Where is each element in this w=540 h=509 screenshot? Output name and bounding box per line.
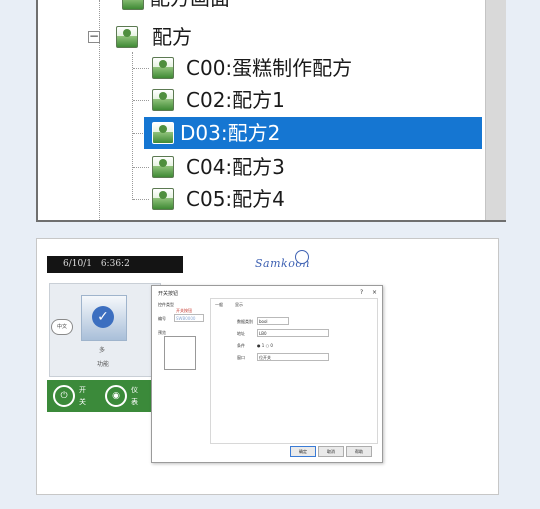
tree-root-recipe[interactable]: 配方 bbox=[152, 23, 192, 51]
field-label-window: 窗口 bbox=[237, 355, 245, 360]
tree-item-c02[interactable]: C02:配方1 bbox=[186, 86, 285, 114]
switch-button-dialog: 开关按钮 ? × 控件类型 开关按钮 编号 SWB0000 预览 一般 显示 数… bbox=[151, 285, 383, 463]
recipe-tree-panel: 配方画面 − 配方 C00:蛋糕制作配方 C02:配方1 D03:配方2 C04… bbox=[36, 0, 506, 222]
datatype-value: bool bbox=[259, 319, 268, 324]
tab-general[interactable]: 一般 bbox=[215, 302, 223, 308]
tree-guide-line bbox=[133, 167, 149, 168]
power-icon[interactable]: ⏻ bbox=[53, 385, 75, 407]
address-input[interactable] bbox=[257, 329, 329, 337]
meter-label-2: 表 bbox=[131, 398, 138, 406]
help-button[interactable]: 帮助 bbox=[346, 446, 372, 457]
window-value: 位开关 bbox=[259, 355, 271, 360]
tree-guide-line bbox=[133, 68, 149, 69]
condition-radio-group[interactable]: ● 1 ○ 0 bbox=[257, 343, 273, 348]
dialog-right-pane: 一般 显示 数据类别 bool 地址 LB0 条件 ● 1 ○ 0 窗口 位开关 bbox=[210, 298, 378, 444]
tree-item-d03-label: D03:配方2 bbox=[180, 121, 281, 145]
recipe-item-icon bbox=[152, 57, 174, 79]
collapse-toggle-icon[interactable]: − bbox=[88, 30, 100, 43]
card-caption-1: 多 bbox=[99, 347, 106, 354]
field-label-datatype: 数据类别 bbox=[237, 319, 253, 324]
switch-label-1: 开 bbox=[79, 386, 86, 394]
dialog-title: 开关按钮 bbox=[158, 291, 179, 297]
recipe-item-icon bbox=[152, 156, 174, 178]
id-value: SWB0000 bbox=[176, 316, 196, 321]
tree-item-c00[interactable]: C00:蛋糕制作配方 bbox=[186, 54, 352, 82]
hmi-screen-panel: 6/10/1 6:36:2 Samkoon 中文 ✓ 多 功能 ⏻ 开 关 ◉ … bbox=[36, 238, 499, 495]
hmi-button-bar: ⏻ 开 关 ◉ 仪 表 bbox=[47, 380, 152, 412]
cancel-button[interactable]: 取消 bbox=[318, 446, 344, 457]
id-label: 编号 bbox=[158, 316, 166, 321]
datetime-bar: 6/10/1 6:36:2 bbox=[47, 256, 183, 273]
recipe-folder-icon bbox=[116, 26, 138, 48]
tree-item-c05[interactable]: C05:配方4 bbox=[186, 185, 285, 213]
meter-icon[interactable]: ◉ bbox=[105, 385, 127, 407]
recipe-item-icon bbox=[152, 188, 174, 210]
recipe-item-icon bbox=[152, 122, 174, 144]
vertical-scrollbar[interactable] bbox=[485, 0, 506, 220]
switch-label-2: 关 bbox=[79, 398, 86, 406]
language-button[interactable]: 中文 bbox=[51, 319, 73, 335]
screen-node-icon bbox=[122, 0, 144, 10]
check-tile[interactable]: ✓ bbox=[81, 295, 127, 341]
tree-item-d03-selected[interactable]: D03:配方2 bbox=[144, 117, 482, 149]
dialog-left-pane: 控件类型 开关按钮 编号 SWB0000 预览 bbox=[158, 298, 208, 458]
check-icon: ✓ bbox=[92, 306, 114, 328]
field-label-address: 地址 bbox=[237, 331, 245, 336]
tree-item-c04[interactable]: C04:配方3 bbox=[186, 153, 285, 181]
ok-button[interactable]: 确定 bbox=[290, 446, 316, 457]
logo-ring-icon bbox=[295, 250, 309, 264]
address-value: LB0 bbox=[259, 331, 267, 336]
tree-guide-line bbox=[133, 100, 149, 101]
field-label-condition: 条件 bbox=[237, 343, 245, 348]
control-type-label: 控件类型 bbox=[158, 302, 174, 307]
card-caption-2: 功能 bbox=[97, 361, 110, 368]
close-icon[interactable]: × bbox=[372, 289, 377, 296]
tab-display[interactable]: 显示 bbox=[235, 302, 243, 308]
tree-guide-line bbox=[132, 52, 133, 200]
help-icon[interactable]: ? bbox=[360, 289, 363, 296]
recipe-item-icon bbox=[152, 89, 174, 111]
preview-box bbox=[164, 336, 196, 370]
meter-label-1: 仪 bbox=[131, 386, 138, 394]
tree-guide-line bbox=[133, 199, 149, 200]
tree-item-top-cut[interactable]: 配方画面 bbox=[150, 0, 230, 12]
